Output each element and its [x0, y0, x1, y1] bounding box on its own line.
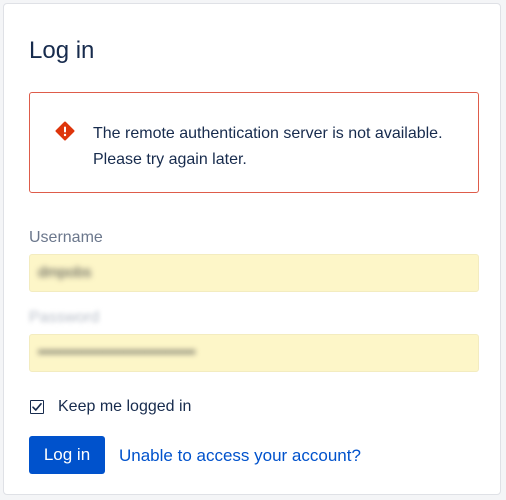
keep-logged-in-label[interactable]: Keep me logged in — [58, 398, 191, 416]
keep-logged-in-row[interactable]: Keep me logged in — [29, 395, 191, 419]
login-card: Log in The remote authentication server … — [3, 3, 501, 495]
password-label: Password — [29, 309, 100, 326]
username-field[interactable]: dmpobs — [29, 254, 479, 292]
checkmark-icon — [32, 403, 42, 411]
username-value: dmpobs — [38, 264, 92, 281]
unable-to-access-link[interactable]: Unable to access your account? — [119, 446, 361, 466]
keep-logged-in-checkbox[interactable] — [30, 400, 44, 414]
username-label: Username — [29, 229, 103, 246]
login-button[interactable]: Log in — [29, 436, 105, 474]
password-field[interactable]: •••••••••••••••••••••••••••••• — [29, 334, 479, 372]
error-message-text: The remote authentication server is not … — [93, 125, 443, 168]
error-message-box: The remote authentication server is not … — [29, 92, 479, 193]
error-icon — [55, 121, 75, 141]
password-value: •••••••••••••••••••••••••••••• — [38, 344, 196, 361]
page-title: Log in — [29, 37, 95, 64]
